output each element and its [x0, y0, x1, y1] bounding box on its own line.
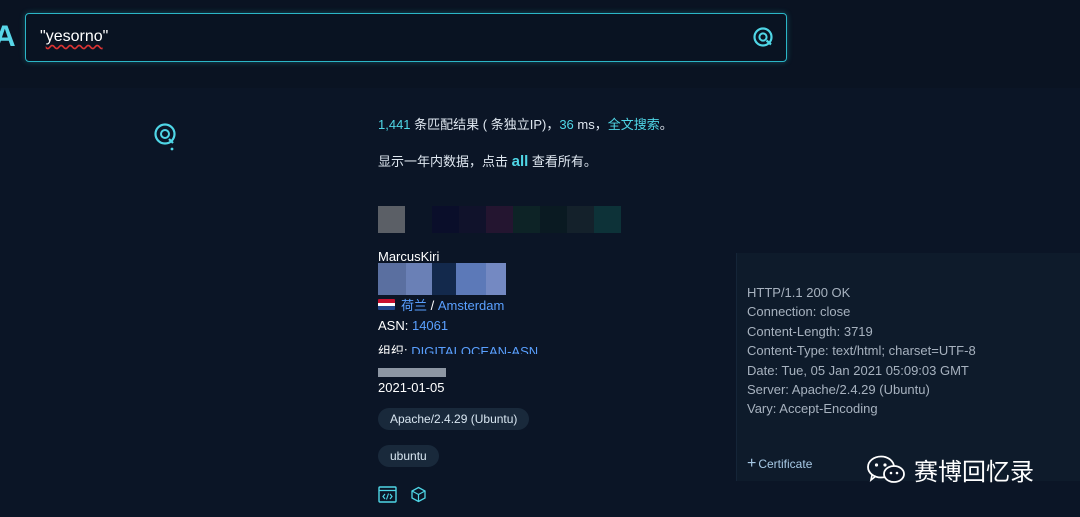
- country-link[interactable]: 荷兰: [401, 298, 427, 313]
- geo-location: 荷兰 / Amsterdam: [378, 295, 504, 314]
- http-headers-panel: HTTP/1.1 200 OK Connection: close Content-…: [736, 253, 1080, 481]
- city-link[interactable]: Amsterdam: [438, 298, 504, 313]
- result-date: 2021-01-05: [378, 380, 445, 395]
- search-icon[interactable]: [752, 26, 774, 48]
- result-count: 1,441: [378, 117, 411, 132]
- tag-apache[interactable]: Apache/2.4.29 (Ubuntu): [378, 408, 530, 430]
- watermark-text: 赛博回忆录: [914, 459, 1034, 486]
- org-link[interactable]: DIGITALOCEAN-ASN: [411, 344, 538, 354]
- header-line: Vary: Accept-Encoding: [747, 401, 878, 417]
- query-time: 36: [559, 117, 574, 132]
- mosaic-tile: [513, 206, 540, 233]
- header-line: Server: Apache/2.4.29 (Ubuntu): [747, 382, 930, 398]
- search-query[interactable]: "yesorno": [40, 28, 108, 46]
- code-icon[interactable]: [378, 486, 397, 503]
- mosaic-tile: [459, 206, 486, 233]
- netherlands-flag-icon: [378, 299, 395, 310]
- result-actions: [378, 486, 428, 503]
- hostname: MarcusKiri: [378, 249, 440, 264]
- mosaic-tile: [432, 206, 459, 233]
- certificate-toggle[interactable]: + Certificate: [747, 455, 812, 473]
- http-headers: HTTP/1.1 200 OK Connection: close Content-…: [747, 283, 976, 419]
- data-range-notice: 显示一年内数据，点击 all 查看所有。: [378, 153, 597, 170]
- redaction-tile: [456, 263, 486, 295]
- search-input[interactable]: "yesorno": [25, 13, 787, 62]
- redacted-block: [378, 263, 506, 295]
- header-line: Content-Length: 3719: [747, 323, 873, 339]
- plus-icon: +: [747, 455, 757, 472]
- redacted-strip: [378, 368, 446, 377]
- tag-ubuntu[interactable]: ubuntu: [378, 445, 439, 467]
- mosaic-tile: [486, 206, 513, 233]
- fulltext-search-link[interactable]: 全文搜索: [608, 117, 660, 132]
- mosaic-tile: [405, 206, 432, 233]
- mosaic-tile: [540, 206, 567, 233]
- org-row: 组织: DIGITALOCEAN-ASN: [378, 341, 538, 354]
- redaction-tile: [486, 263, 506, 295]
- redaction-tile: [406, 263, 432, 295]
- watermark: 赛博回忆录: [866, 452, 1034, 487]
- redaction-tile: [378, 263, 406, 295]
- mosaic-tile: [594, 206, 621, 233]
- redaction-tile: [432, 263, 456, 295]
- top-bar: A "yesorno": [0, 0, 1080, 88]
- redacted-ip-mosaic: [378, 206, 648, 234]
- asn-link[interactable]: 14061: [412, 318, 448, 333]
- logo-icon: [154, 123, 176, 151]
- logo-icon[interactable]: A: [0, 20, 16, 54]
- header-line: Content-Type: text/html; charset=UTF-8: [747, 343, 976, 359]
- cube-icon[interactable]: [409, 486, 428, 503]
- header-line: Date: Tue, 05 Jan 2021 05:09:03 GMT: [747, 362, 969, 378]
- wechat-icon: [867, 455, 905, 483]
- mosaic-tile: [378, 206, 405, 233]
- asn-row: ASN: 14061: [378, 318, 449, 333]
- header-line: HTTP/1.1 200 OK: [747, 285, 851, 300]
- header-line: Connection: close: [747, 304, 851, 320]
- mosaic-tile: [621, 206, 648, 233]
- mosaic-tile: [567, 206, 594, 233]
- result-stats: 1,441 条匹配结果 ( 条独立IP)，36 ms，全文搜索。: [378, 117, 673, 132]
- all-link[interactable]: all: [512, 153, 529, 170]
